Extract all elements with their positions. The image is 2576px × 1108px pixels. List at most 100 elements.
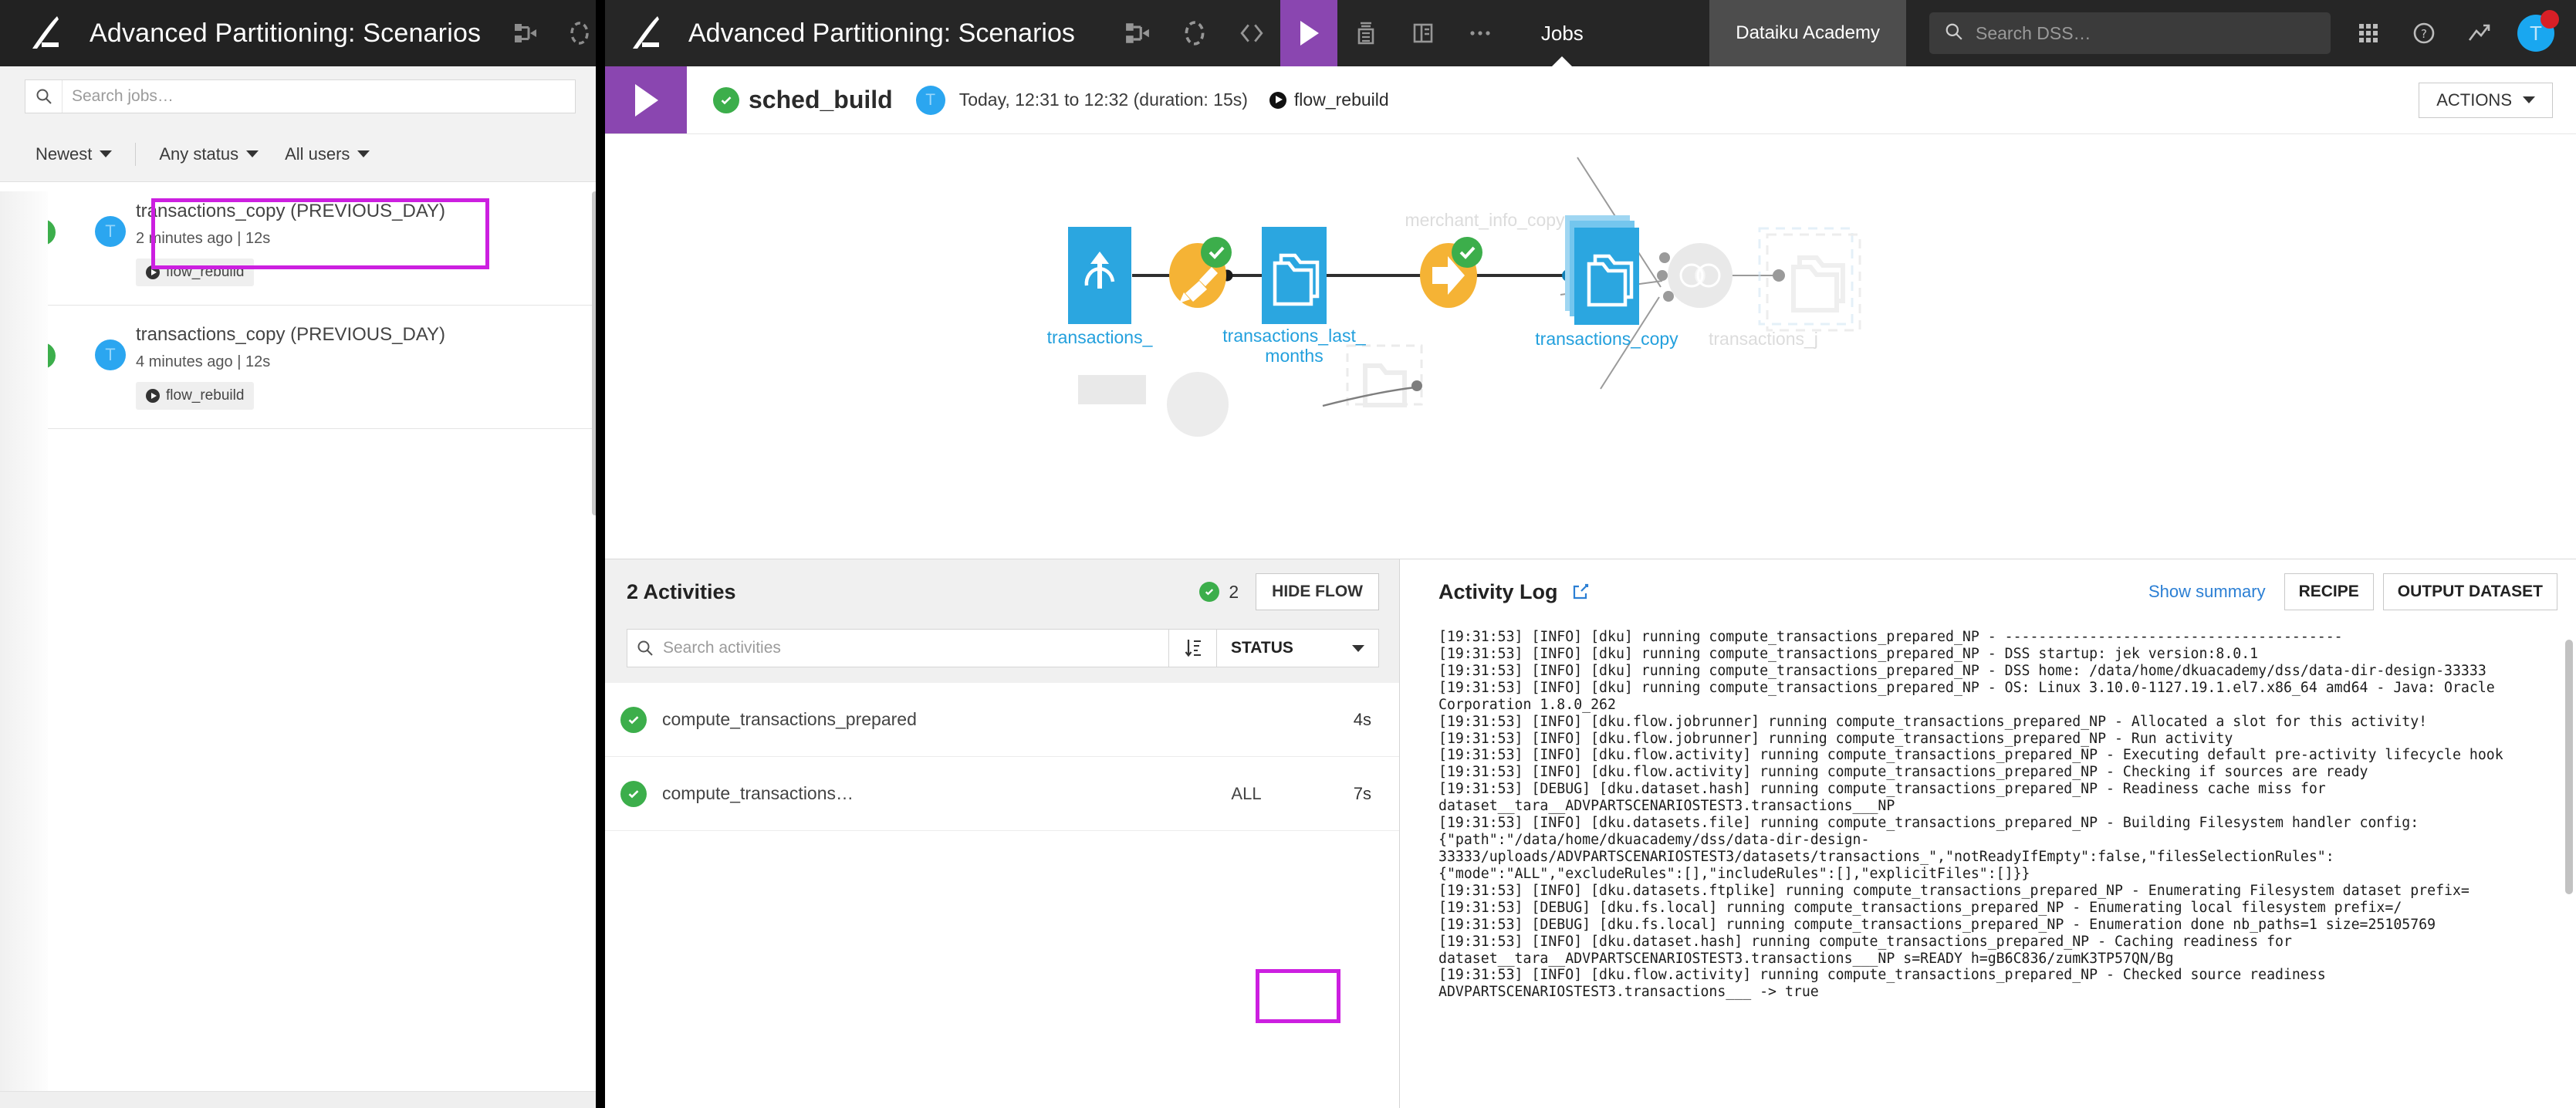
status-filter-select[interactable]: STATUS bbox=[1217, 629, 1379, 667]
flow-icon[interactable] bbox=[512, 19, 539, 47]
left-search-area bbox=[0, 66, 600, 127]
chevron-down-icon bbox=[246, 150, 259, 157]
job-owner-avatar: T bbox=[85, 324, 136, 370]
flow-node-label[interactable]: transactions_copy bbox=[1506, 329, 1707, 349]
flow-node-label[interactable]: transactions_ bbox=[999, 327, 1200, 347]
flow-icon[interactable] bbox=[1109, 0, 1166, 66]
notification-badge bbox=[2541, 10, 2559, 29]
chevron-down-icon bbox=[1352, 645, 1364, 652]
flow-node-label[interactable]: transactions_last_months bbox=[1194, 326, 1394, 367]
sort-icon[interactable] bbox=[1169, 629, 1217, 667]
check-circle-icon bbox=[620, 781, 647, 807]
jobs-icon[interactable] bbox=[1337, 0, 1394, 66]
job-trigger-tag: flow_rebuild bbox=[136, 258, 254, 286]
activities-panel: 2 Activities 2 HIDE FLOW bbox=[605, 559, 1400, 1108]
activity-duration: 7s bbox=[1322, 784, 1371, 804]
academy-instance-chip[interactable]: Dataiku Academy bbox=[1709, 0, 1906, 66]
check-circle-icon bbox=[1199, 582, 1219, 602]
filter-divider bbox=[135, 143, 136, 166]
recipe-button[interactable]: RECIPE bbox=[2284, 573, 2374, 610]
activity-name: compute_transactions… bbox=[662, 783, 1171, 804]
job-time-range: Today, 12:31 to 12:32 (duration: 15s) bbox=[959, 90, 1248, 110]
left-bottom-band bbox=[0, 1091, 600, 1108]
activity-name: compute_transactions_prepared bbox=[662, 709, 1171, 730]
chevron-down-icon bbox=[357, 150, 370, 157]
tab-jobs[interactable]: Jobs bbox=[1509, 0, 1616, 66]
activity-status bbox=[605, 707, 662, 733]
show-summary-link[interactable]: Show summary bbox=[2148, 582, 2266, 602]
dss-search-input[interactable] bbox=[1976, 23, 2315, 44]
activity-row[interactable]: compute_transactions_prepared 4s bbox=[605, 683, 1399, 757]
job-list-item[interactable]: T transactions_copy (PREVIOUS_DAY) 2 min… bbox=[0, 182, 600, 306]
job-name: transactions_copy (PREVIOUS_DAY) bbox=[136, 324, 579, 346]
filter-users[interactable]: All users bbox=[285, 144, 370, 164]
filter-sort-newest[interactable]: Newest bbox=[35, 144, 112, 164]
check-circle-icon bbox=[713, 87, 739, 113]
job-meta: 2 minutes ago | 12s bbox=[136, 230, 579, 248]
filter-status[interactable]: Any status bbox=[159, 144, 259, 164]
job-trigger-tag: flow_rebuild bbox=[136, 382, 254, 410]
external-link-icon[interactable] bbox=[1570, 582, 1591, 602]
activity-log-header: Activity Log Show summary RECIPE OUTPUT … bbox=[1400, 559, 2576, 624]
activities-success-count: 2 bbox=[1199, 582, 1239, 603]
flow-canvas[interactable]: transactions_ transactions_last_months t… bbox=[605, 134, 2576, 559]
dataiku-bird-icon[interactable] bbox=[28, 13, 63, 53]
hide-flow-button[interactable]: HIDE FLOW bbox=[1256, 573, 1379, 610]
left-filter-bar: Newest Any status All users bbox=[0, 127, 600, 182]
help-icon[interactable]: ? bbox=[2406, 15, 2442, 51]
search-icon bbox=[1945, 22, 1963, 45]
scenario-play-icon[interactable] bbox=[1280, 0, 1337, 66]
left-window-topbar: Advanced Partitioning: Scenarios bbox=[0, 0, 600, 66]
activities-header: 2 Activities 2 HIDE FLOW bbox=[605, 559, 1399, 624]
job-header-bar: sched_build T Today, 12:31 to 12:32 (dur… bbox=[605, 66, 2576, 134]
top-navigation-bar: Advanced Partitioning: Scenarios bbox=[605, 0, 2576, 66]
lab-icon[interactable] bbox=[1166, 0, 1223, 66]
jobs-list: T transactions_copy (PREVIOUS_DAY) 2 min… bbox=[0, 182, 600, 429]
activity-row[interactable]: compute_transactions… ALL 7s bbox=[605, 757, 1399, 831]
job-list-item[interactable]: T transactions_copy (PREVIOUS_DAY) 4 min… bbox=[0, 306, 600, 429]
activity-log-body[interactable]: [19:31:53] [INFO] [dku] running compute_… bbox=[1400, 624, 2576, 1108]
apps-grid-icon[interactable] bbox=[2351, 15, 2386, 51]
search-activities-field[interactable] bbox=[627, 629, 1169, 667]
code-icon[interactable] bbox=[1223, 0, 1280, 66]
activity-status bbox=[605, 781, 662, 807]
activities-title: 2 Activities bbox=[627, 580, 1199, 604]
output-dataset-button[interactable]: OUTPUT DATASET bbox=[2383, 573, 2557, 610]
dss-main-window: Advanced Partitioning: Scenarios bbox=[600, 0, 2576, 1108]
search-jobs-input[interactable] bbox=[63, 87, 575, 106]
bottom-split: 2 Activities 2 HIDE FLOW bbox=[605, 559, 2576, 1108]
activity-duration: 4s bbox=[1322, 710, 1371, 730]
scenario-play-icon[interactable] bbox=[605, 66, 687, 133]
play-circle-icon bbox=[1269, 92, 1286, 109]
dataiku-bird-icon[interactable] bbox=[628, 13, 664, 53]
actions-button[interactable]: ACTIONS bbox=[2419, 83, 2553, 118]
activity-log-title: Activity Log bbox=[1438, 580, 1558, 604]
lab-icon[interactable] bbox=[566, 19, 593, 47]
left-window-title: Advanced Partitioning: Scenarios bbox=[90, 19, 481, 49]
avatar: T bbox=[95, 216, 126, 247]
job-meta: 4 minutes ago | 12s bbox=[136, 353, 579, 371]
dashboard-icon[interactable] bbox=[1394, 0, 1452, 66]
log-scrollbar[interactable] bbox=[2565, 640, 2573, 894]
activity-log-text: [19:31:53] [INFO] [dku] running compute_… bbox=[1438, 629, 2534, 1001]
dss-search-field[interactable] bbox=[1929, 12, 2331, 54]
activity-partition: ALL bbox=[1171, 784, 1322, 804]
search-icon bbox=[25, 80, 63, 113]
flow-ghost-label: merchant_info_copy bbox=[1384, 210, 1585, 230]
avatar: T bbox=[95, 339, 126, 370]
user-avatar[interactable]: T bbox=[2517, 15, 2554, 52]
more-icon[interactable] bbox=[1452, 0, 1509, 66]
job-trigger: flow_rebuild bbox=[1269, 90, 1389, 110]
search-activities-input[interactable] bbox=[663, 639, 1168, 657]
search-icon bbox=[627, 630, 663, 667]
trending-icon[interactable] bbox=[2462, 15, 2497, 51]
job-name: transactions_copy (PREVIOUS_DAY) bbox=[136, 201, 579, 222]
left-panel-fade bbox=[0, 191, 48, 1091]
play-circle-icon bbox=[146, 265, 160, 279]
flow-ghost-label: transactions_j bbox=[1709, 329, 1863, 349]
background-window: Advanced Partitioning: Scenarios bbox=[0, 0, 600, 1108]
search-jobs-field[interactable] bbox=[25, 79, 576, 113]
play-circle-icon bbox=[146, 389, 160, 403]
avatar: T bbox=[916, 86, 945, 115]
chevron-down-icon bbox=[100, 150, 112, 157]
